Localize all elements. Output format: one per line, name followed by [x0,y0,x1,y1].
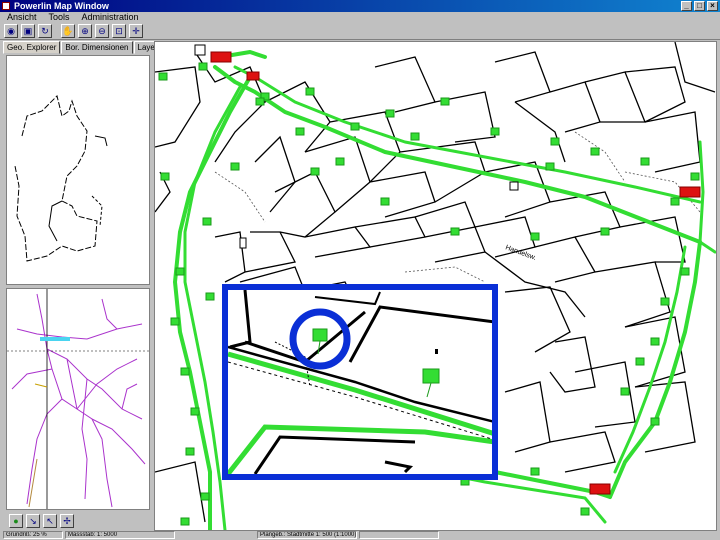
service-marker[interactable] [635,357,645,366]
window-controls: _ □ × [681,1,718,11]
service-marker[interactable] [530,467,540,476]
service-marker[interactable] [205,292,215,301]
zoom-in-icon[interactable]: ⊕ [78,24,92,38]
toolbar: ◉ ▣ ↻ ✋ ⊕ ⊖ ⊡ ✛ [0,22,720,40]
parcel-lines [214,131,701,283]
refresh-icon[interactable]: ↻ [38,24,52,38]
tab-dimensionen[interactable]: Bor. Dimensionen [61,41,133,54]
service-marker[interactable] [620,387,630,396]
menu-item-ansicht[interactable]: Ansicht [5,12,39,22]
service-marker[interactable] [650,337,660,346]
snap-icon[interactable]: ✢ [60,514,74,528]
service-marker[interactable] [550,137,560,146]
service-marker[interactable] [158,72,168,81]
select-icon[interactable]: ↖ [43,514,57,528]
overview-map[interactable] [6,55,150,285]
menu-bar: Ansicht Tools Administration [0,12,720,22]
service-marker[interactable] [545,162,555,171]
service-marker[interactable] [202,217,212,226]
service-marker[interactable] [660,297,670,306]
close-button[interactable]: × [707,1,718,11]
service-marker[interactable] [200,492,210,501]
service-marker[interactable] [180,367,190,376]
service-marker[interactable] [180,517,190,526]
service-marker[interactable] [310,167,320,176]
network-overview [7,289,149,509]
service-marker[interactable] [175,267,185,276]
status-panel-plan: Plangeb.: Stadtmitte 1: 500 (1:1000) [257,531,357,539]
menu-item-tools[interactable]: Tools [47,12,72,22]
minimize-button[interactable]: _ [681,1,692,11]
overview-outline [14,95,108,262]
service-marker[interactable] [640,157,650,166]
city-network-map[interactable] [6,288,150,510]
service-marker[interactable] [255,97,265,106]
service-marker[interactable] [305,87,315,96]
zoom-inset [222,284,498,480]
tab-geo-explorer[interactable]: Geo. Explorer [3,41,61,54]
service-marker[interactable] [185,447,195,456]
service-marker[interactable] [450,227,460,236]
zoom-extent-icon[interactable]: ⊡ [112,24,126,38]
left-tabs: Geo. Explorer Bor. Dimensionen Layer [3,41,162,54]
service-marker[interactable] [600,227,610,236]
left-panel: Geo. Explorer Bor. Dimensionen Layer ● ↘… [3,41,162,533]
service-marker[interactable] [670,197,680,206]
service-marker[interactable] [385,109,395,118]
service-marker[interactable] [440,97,450,106]
open-icon[interactable]: ◉ [4,24,18,38]
service-marker[interactable] [230,162,240,171]
service-marker[interactable] [650,417,660,426]
status-panel-scale: Massstab: 1: 5000 [65,531,175,539]
window-title: Powerlin Map Window [14,1,109,11]
map-canvas: Handelsw. [155,42,716,530]
crosshair-icon[interactable]: ✛ [129,24,143,38]
pan-icon[interactable]: ✋ [61,24,75,38]
service-marker[interactable] [690,172,700,181]
left-toolbar: ● ↘ ↖ ✢ [9,514,74,528]
menu-item-administration[interactable]: Administration [80,12,141,22]
service-marker[interactable] [530,232,540,241]
service-marker[interactable] [410,132,420,141]
status-panel-extra [359,531,439,539]
service-marker[interactable] [170,317,180,326]
save-icon[interactable]: ▣ [21,24,35,38]
main-map-view[interactable]: Handelsw. [154,41,717,531]
service-marker[interactable] [350,122,360,131]
service-marker[interactable] [198,62,208,71]
service-marker[interactable] [380,197,390,206]
maximize-button[interactable]: □ [694,1,705,11]
globe-icon[interactable]: ● [9,514,23,528]
service-marker[interactable] [190,407,200,416]
service-marker[interactable] [295,127,305,136]
service-marker[interactable] [580,507,590,516]
status-panel-grundriss: Grundriß: 25 % [3,531,63,539]
service-marker[interactable] [680,267,690,276]
service-marker[interactable] [490,127,500,136]
measure-icon[interactable]: ↘ [26,514,40,528]
status-bar: Grundriß: 25 % Massstab: 1: 5000 Plangeb… [0,531,720,540]
zoom-out-icon[interactable]: ⊖ [95,24,109,38]
app-icon [2,2,10,10]
service-marker[interactable] [335,157,345,166]
service-marker[interactable] [160,172,170,181]
title-bar: Powerlin Map Window _ □ × [0,0,720,12]
service-marker[interactable] [590,147,600,156]
